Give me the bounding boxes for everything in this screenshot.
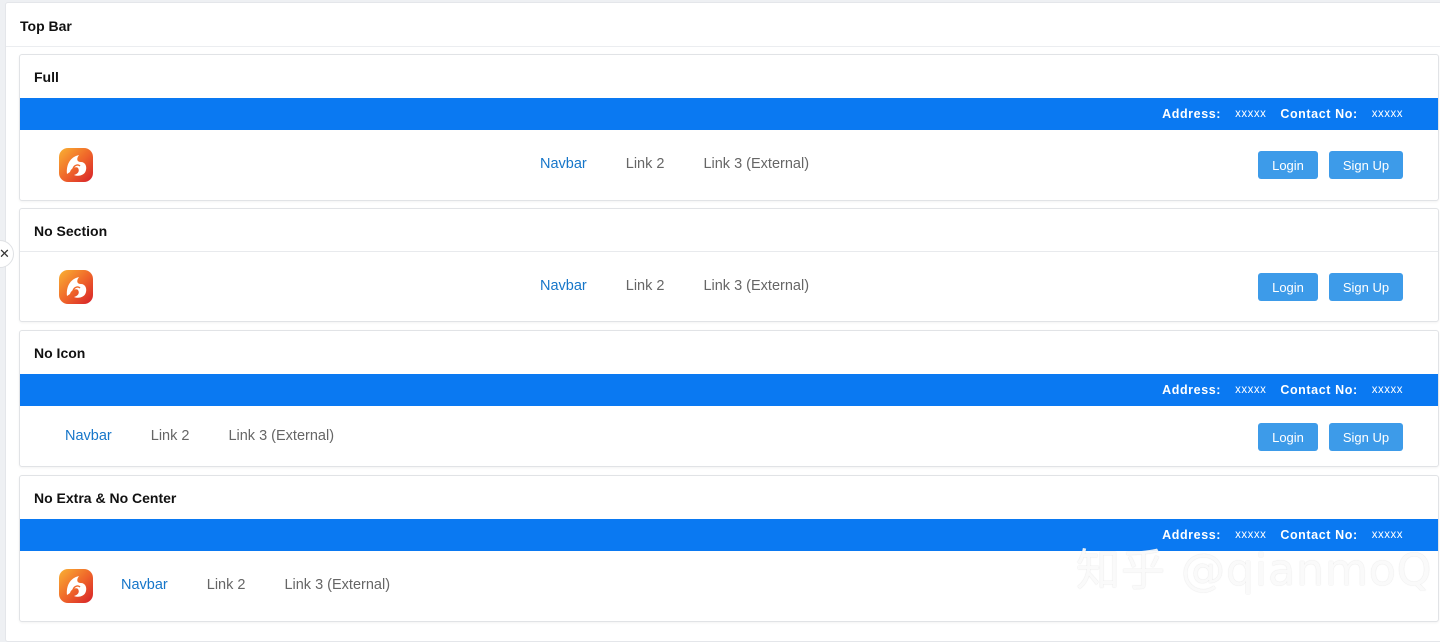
info-bar: Address: xxxxx Contact No: xxxxx xyxy=(20,98,1438,130)
nav-link-2[interactable]: Link 2 xyxy=(207,577,246,593)
nav-link-navbar[interactable]: Navbar xyxy=(65,428,112,444)
nav-link-3-external[interactable]: Link 3 (External) xyxy=(703,156,809,172)
fox-logo-icon[interactable] xyxy=(58,568,94,604)
auth-buttons: Login Sign Up xyxy=(1258,423,1403,451)
navbar: Navbar Link 2 Link 3 (External) Login Si… xyxy=(20,130,1438,200)
nav-link-navbar[interactable]: Navbar xyxy=(540,156,587,172)
login-button[interactable]: Login xyxy=(1258,151,1318,179)
address-label: Address: xyxy=(1162,383,1222,397)
contact-label: Contact No: xyxy=(1280,383,1358,397)
auth-buttons: Login Sign Up xyxy=(1258,273,1403,301)
demo-card-full: Full Address: xxxxx Contact No: xxxxx Na… xyxy=(19,54,1439,201)
address-value: xxxxx xyxy=(1235,108,1267,120)
auth-buttons: Login Sign Up xyxy=(1258,151,1403,179)
info-bar: Address: xxxxx Contact No: xxxxx xyxy=(20,374,1438,406)
signup-button[interactable]: Sign Up xyxy=(1329,273,1403,301)
address-value: xxxxx xyxy=(1235,384,1267,396)
signup-button[interactable]: Sign Up xyxy=(1329,423,1403,451)
nav-link-navbar[interactable]: Navbar xyxy=(540,278,587,294)
demo-card-no-icon: No Icon Address: xxxxx Contact No: xxxxx… xyxy=(19,330,1439,467)
contact-label: Contact No: xyxy=(1280,107,1358,121)
nav-link-navbar[interactable]: Navbar xyxy=(121,577,168,593)
nav-links: Navbar Link 2 Link 3 (External) xyxy=(540,156,809,172)
nav-link-2[interactable]: Link 2 xyxy=(626,156,665,172)
nav-links: Navbar Link 2 Link 3 (External) xyxy=(540,278,809,294)
navbar: Navbar Link 2 Link 3 (External) Login Si… xyxy=(20,252,1438,322)
signup-button[interactable]: Sign Up xyxy=(1329,151,1403,179)
nav-links: Navbar Link 2 Link 3 (External) xyxy=(65,428,334,444)
nav-link-3-external[interactable]: Link 3 (External) xyxy=(228,428,334,444)
card-title: Full xyxy=(34,69,59,85)
watermark: 知乎 @qianmoQ xyxy=(1076,545,1433,596)
nav-links: Navbar Link 2 Link 3 (External) xyxy=(121,577,390,593)
card-title: No Icon xyxy=(34,345,86,361)
contact-info: Address: xxxxx Contact No: xxxxx xyxy=(1162,374,1403,406)
contact-value: xxxxx xyxy=(1371,384,1403,396)
fox-logo-icon[interactable] xyxy=(58,269,94,305)
card-title: No Extra & No Center xyxy=(34,490,177,506)
nav-link-2[interactable]: Link 2 xyxy=(151,428,190,444)
demo-card-no-section: No Section Navbar Link 2 Link 3 (Externa… xyxy=(19,208,1439,322)
navbar: Navbar Link 2 Link 3 (External) Login Si… xyxy=(20,406,1438,467)
fox-logo-icon[interactable] xyxy=(58,147,94,183)
login-button[interactable]: Login xyxy=(1258,423,1318,451)
contact-info: Address: xxxxx Contact No: xxxxx xyxy=(1162,98,1403,130)
nav-link-3-external[interactable]: Link 3 (External) xyxy=(284,577,390,593)
nav-link-3-external[interactable]: Link 3 (External) xyxy=(703,278,809,294)
contact-value: xxxxx xyxy=(1371,108,1403,120)
nav-link-2[interactable]: Link 2 xyxy=(626,278,665,294)
divider xyxy=(6,46,1440,47)
close-icon: ✕ xyxy=(0,246,10,261)
login-button[interactable]: Login xyxy=(1258,273,1318,301)
card-title: No Section xyxy=(34,223,108,239)
page-title: Top Bar xyxy=(20,18,72,34)
address-label: Address: xyxy=(1162,107,1222,121)
